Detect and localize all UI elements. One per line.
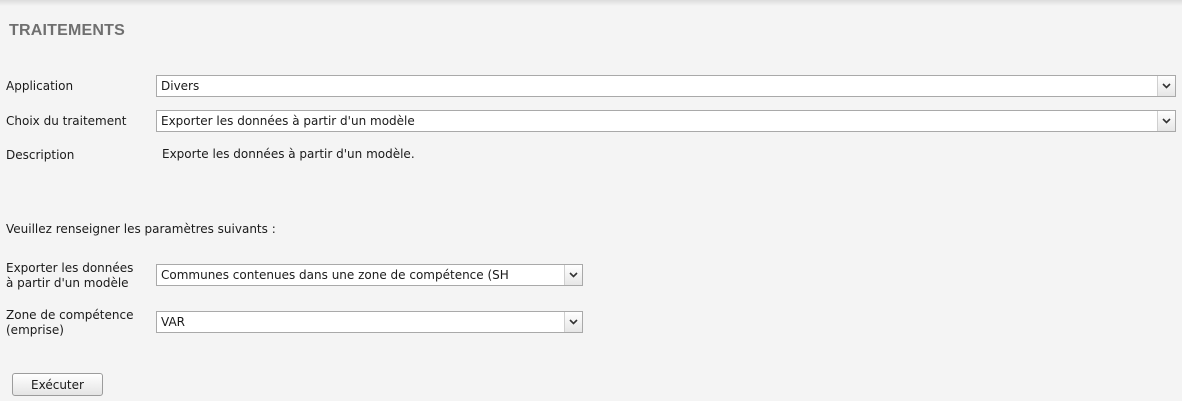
application-label: Application xyxy=(6,79,74,93)
zone-label-line2: (emprise) xyxy=(6,323,64,337)
export-model-label-line2: à partir d'un modèle xyxy=(6,276,129,290)
application-select[interactable]: Divers xyxy=(156,75,1176,97)
description-label: Description xyxy=(6,148,75,162)
page-title: TRAITEMENTS xyxy=(9,22,125,39)
zone-label-line1: Zone de compétence xyxy=(6,308,134,322)
zone-select[interactable]: VAR xyxy=(156,311,583,333)
chevron-down-icon[interactable] xyxy=(564,265,582,285)
top-shadow-bar xyxy=(0,0,1182,6)
chevron-down-icon[interactable] xyxy=(1157,111,1175,131)
description-text: Exporte les données à partir d'un modèle… xyxy=(162,147,415,161)
parameters-intro: Veuillez renseigner les paramètres suiva… xyxy=(6,222,276,236)
zone-label: Zone de compétence (emprise) xyxy=(6,308,133,338)
application-select-value: Divers xyxy=(161,79,200,93)
treatment-label: Choix du traitement xyxy=(6,114,127,128)
treatment-select-value: Exporter les données à partir d'un modèl… xyxy=(161,114,415,128)
export-model-select-value: Communes contenues dans une zone de comp… xyxy=(161,268,509,282)
execute-button[interactable]: Exécuter xyxy=(12,373,103,396)
chevron-down-icon[interactable] xyxy=(1157,76,1175,96)
export-model-select[interactable]: Communes contenues dans une zone de comp… xyxy=(156,264,583,286)
export-model-label: Exporter les données à partir d'un modèl… xyxy=(6,261,133,291)
treatment-select[interactable]: Exporter les données à partir d'un modèl… xyxy=(156,110,1176,132)
chevron-down-icon[interactable] xyxy=(564,312,582,332)
export-model-label-line1: Exporter les données xyxy=(6,261,134,275)
zone-select-value: VAR xyxy=(161,315,185,329)
